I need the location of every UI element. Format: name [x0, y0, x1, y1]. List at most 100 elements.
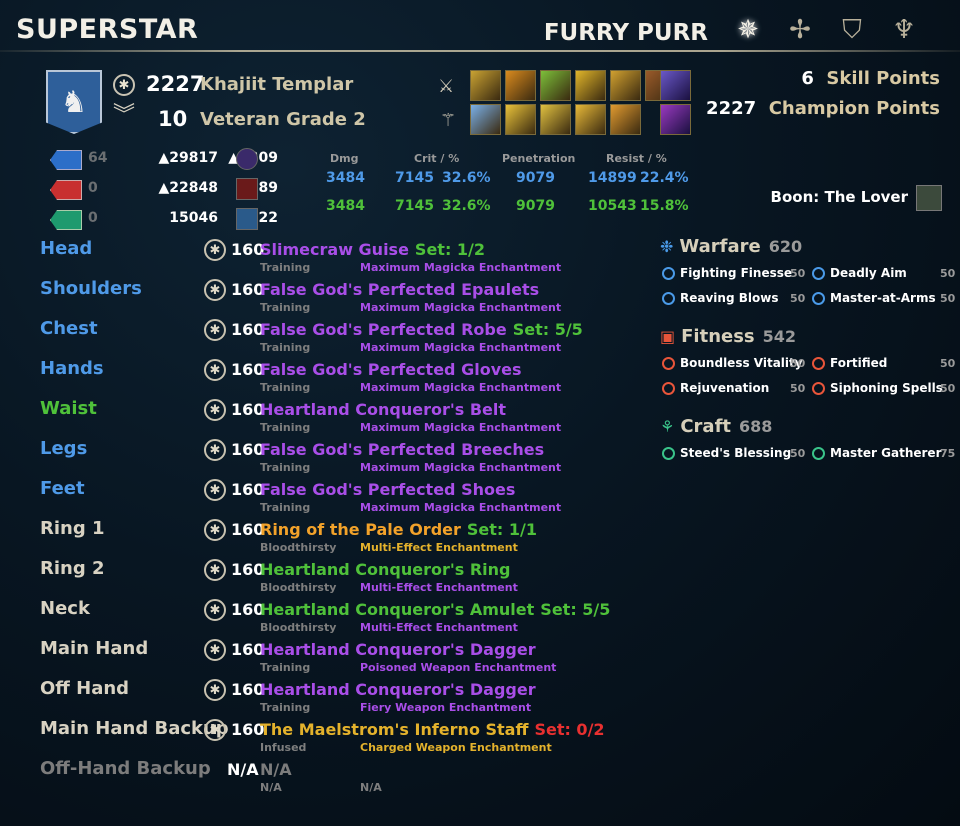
weapon-crit: 7145 — [395, 198, 434, 214]
gear-trait: Training — [260, 701, 311, 714]
spell-crit: 7145 — [395, 170, 434, 186]
gear-slot-label[interactable]: Ring 2 — [40, 558, 105, 579]
skill-bar-front — [470, 70, 676, 101]
ultimate-skill-back[interactable] — [660, 104, 691, 135]
skill-slot-back-2[interactable] — [505, 104, 536, 135]
champion-level-icon: ✱ — [204, 399, 226, 421]
gear-enchantment: Multi-Effect Enchantment — [360, 581, 518, 594]
gear-set-count: Set: 0/2 — [534, 720, 605, 739]
gear-slot-label[interactable]: Ring 1 — [40, 518, 105, 539]
star-compass-icon[interactable]: ✵ — [728, 10, 768, 50]
star-slot-icon — [662, 292, 675, 305]
skill-slot-back-5[interactable] — [610, 104, 641, 135]
star-slot-icon — [812, 447, 825, 460]
champion-points-value: 2227 — [706, 98, 757, 119]
shield-down-icon[interactable]: ⛉ — [832, 10, 872, 50]
weapon-damage: 3484 — [326, 198, 365, 214]
gear-item-name[interactable]: False God's Perfected Gloves — [260, 360, 522, 379]
gear-enchantment: Maximum Magicka Enchantment — [360, 461, 562, 474]
skill-slot-front-5[interactable] — [610, 70, 641, 101]
gear-trait: Infused — [260, 741, 307, 754]
stamina-potion-icon — [236, 208, 258, 230]
physical-penetration: 9079 — [516, 198, 555, 214]
gear-slot-label[interactable]: Head — [40, 238, 92, 259]
gear-item-name[interactable]: Heartland Conqueror's Amulet Set: 5/5 — [260, 600, 610, 619]
champion-star-name[interactable]: Reaving Blows — [680, 291, 778, 305]
champion-level-icon: ✱ — [204, 239, 226, 261]
champion-level-icon: ✱ — [204, 719, 226, 741]
gear-item-name[interactable]: Slimecraw Guise Set: 1/2 — [260, 240, 485, 259]
gear-item-name[interactable]: Heartland Conqueror's Belt — [260, 400, 506, 419]
offhand-backup-name[interactable]: N/A — [260, 760, 292, 779]
champion-star-name[interactable]: Rejuvenation — [680, 381, 769, 395]
champion-tree-fitness[interactable]: ▣ Fitness 542 — [660, 326, 796, 347]
champion-star-name[interactable]: Boundless Vitality — [680, 356, 803, 370]
spell-resist-pct: 22.4% — [640, 170, 689, 186]
gear-slot-label[interactable]: Main Hand — [40, 638, 148, 659]
skill-slot-back-4[interactable] — [575, 104, 606, 135]
gear-item-name[interactable]: Heartland Conqueror's Dagger — [260, 680, 536, 699]
champion-icon: ✱ — [113, 74, 135, 96]
gear-slot-label[interactable]: Hands — [40, 358, 104, 379]
star-slot-icon — [812, 267, 825, 280]
champion-star-name[interactable]: Siphoning Spells — [830, 381, 943, 395]
skill-slot-front-4[interactable] — [575, 70, 606, 101]
gear-item-name[interactable]: Ring of the Pale Order Set: 1/1 — [260, 520, 537, 539]
gear-enchantment: Maximum Magicka Enchantment — [360, 301, 562, 314]
gear-item-name[interactable]: Heartland Conqueror's Ring — [260, 560, 511, 579]
skill-slot-back-1[interactable] — [470, 104, 501, 135]
skill-points: 6 Skill Points — [801, 68, 940, 89]
header-divider — [0, 50, 960, 52]
skill-slot-front-1[interactable] — [470, 70, 501, 101]
gear-item-title: False God's Perfected Breeches — [260, 440, 545, 459]
physical-resist: 10543 — [588, 198, 637, 214]
champion-level-icon: ✱ — [204, 519, 226, 541]
champion-star-name[interactable]: Master-at-Arms — [830, 291, 936, 305]
gear-item-name[interactable]: The Maelstrom's Inferno Staff Set: 0/2 — [260, 720, 605, 739]
gear-slot-label[interactable]: Legs — [40, 438, 87, 459]
slot-off-hand-backup[interactable]: Off-Hand Backup — [40, 758, 211, 779]
ultimate-skill-front[interactable] — [660, 70, 691, 101]
skill-slot-back-3[interactable] — [540, 104, 571, 135]
skill-slot-front-2[interactable] — [505, 70, 536, 101]
gear-slot-label[interactable]: Waist — [40, 398, 97, 419]
skill-slot-front-3[interactable] — [540, 70, 571, 101]
gear-item-name[interactable]: False God's Perfected Epaulets — [260, 280, 539, 299]
guild-crest-icon[interactable]: ♆ — [884, 10, 924, 50]
veteran-label: Veteran Grade 2 — [200, 109, 366, 130]
champion-star-name[interactable]: Master Gatherer — [830, 446, 942, 460]
skill-points-label: Skill Points — [826, 68, 940, 89]
gear-item-name[interactable]: False God's Perfected Shoes — [260, 480, 515, 499]
champion-star-name[interactable]: Fortified — [830, 356, 887, 370]
gear-slot-label[interactable]: Shoulders — [40, 278, 142, 299]
champion-tree-warfare[interactable]: ❉ Warfare 620 — [660, 236, 802, 257]
champion-star-name[interactable]: Fighting Finesse — [680, 266, 792, 280]
champion-level-icon: ✱ — [204, 559, 226, 581]
gear-slot-label[interactable]: Off Hand — [40, 678, 129, 699]
magicka-potion-icon — [236, 148, 258, 170]
spell-resist: 14899 — [588, 170, 637, 186]
champion-level-icon: ✱ — [204, 639, 226, 661]
gear-item-title: Heartland Conqueror's Dagger — [260, 640, 536, 659]
gear-item-name[interactable]: Heartland Conqueror's Dagger — [260, 640, 536, 659]
champion-star-value: 50 — [940, 357, 956, 370]
crossed-arrows-icon[interactable]: ✢ — [780, 10, 820, 50]
champion-star-name[interactable]: Deadly Aim — [830, 266, 907, 280]
gear-item-title: Ring of the Pale Order — [260, 520, 461, 539]
gear-item-name[interactable]: False God's Perfected Robe Set: 5/5 — [260, 320, 583, 339]
gear-slot-label[interactable]: Neck — [40, 598, 90, 619]
gear-item-title: False God's Perfected Shoes — [260, 480, 516, 499]
gear-slot-label[interactable]: Main Hand Backup — [40, 718, 229, 739]
champion-tree-craft[interactable]: ⚘ Craft 688 — [660, 416, 772, 437]
gear-trait: Bloodthirsty — [260, 541, 337, 554]
gear-item-title: False God's Perfected Robe — [260, 320, 507, 339]
health-dim: 0 — [88, 180, 98, 196]
magicka-bar-icon — [50, 150, 82, 170]
gear-item-name[interactable]: False God's Perfected Breeches — [260, 440, 544, 459]
gear-trait: Bloodthirsty — [260, 581, 337, 594]
champion-star-value: 50 — [790, 292, 806, 305]
gear-slot-label[interactable]: Chest — [40, 318, 98, 339]
champion-star-name[interactable]: Steed's Blessing — [680, 446, 791, 460]
gear-slot-label[interactable]: Feet — [40, 478, 85, 499]
champion-tree-points: 620 — [768, 237, 803, 256]
